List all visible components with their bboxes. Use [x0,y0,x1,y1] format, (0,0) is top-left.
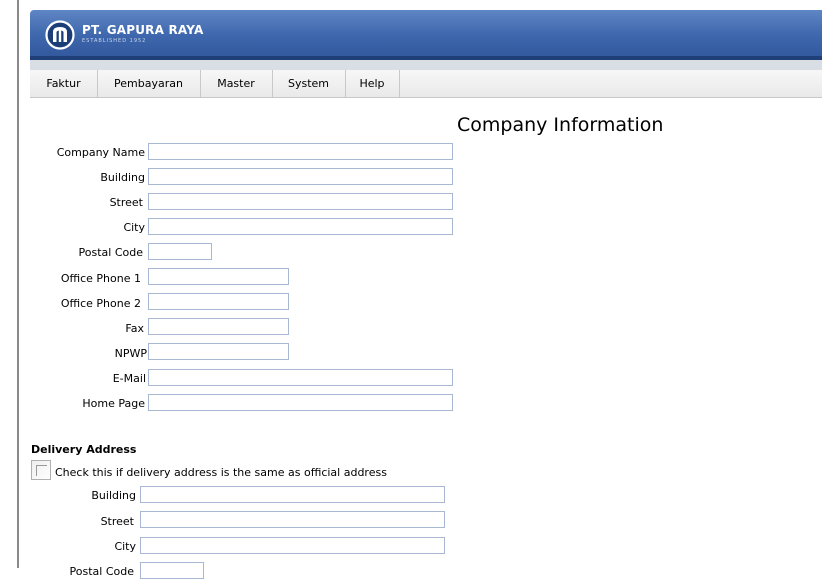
delivery-building-label: Building [91,489,136,502]
menu-item-system[interactable]: System [272,70,346,97]
office-phone-2-label: Office Phone 2 [60,297,141,310]
home-page-label: Home Page [82,397,145,410]
city-label: City [123,221,145,234]
office-phone-2-input[interactable] [148,293,289,310]
office-phone-1-input[interactable] [148,268,289,285]
office-phone-1-label: Office Phone 1 [60,272,141,285]
menu-item-help[interactable]: Help [345,70,400,97]
menu-item-faktur[interactable]: Faktur [30,70,98,97]
home-page-input[interactable] [148,394,453,411]
same-as-official-label: Check this if delivery address is the sa… [55,466,387,479]
street-label: Street [109,196,143,209]
menu-item-master[interactable]: Master [200,70,273,97]
street-input[interactable] [148,193,453,210]
delivery-street-input[interactable] [140,511,445,528]
delivery-city-label: City [114,540,136,553]
delivery-postal-code-input[interactable] [140,562,204,579]
page-left-border [17,0,19,568]
email-label: E-Mail [112,372,146,385]
same-as-official-checkbox[interactable] [31,460,51,480]
postal-code-label: Postal Code [78,246,143,259]
npwp-input[interactable] [148,343,289,360]
building-label: Building [100,171,145,184]
delivery-city-input[interactable] [140,537,445,554]
npwp-label: NPWP [114,347,147,360]
building-input[interactable] [148,168,453,185]
header-separator [30,60,822,70]
company-name-label: Company Name [56,146,145,159]
delivery-postal-code-label: Postal Code [69,565,134,578]
fax-input[interactable] [148,318,289,335]
city-input[interactable] [148,218,453,235]
delivery-building-input[interactable] [140,486,445,503]
email-input[interactable] [148,369,453,386]
gapura-logo-icon [45,20,75,50]
company-tagline: ESTABLISHED 1952 [82,38,147,44]
fax-label: Fax [125,322,144,335]
delivery-street-label: Street [100,515,134,528]
page-title: Company Information [457,114,664,136]
menu-item-pembayaran[interactable]: Pembayaran [97,70,201,97]
main-menu-bar: Faktur Pembayaran Master System Help [30,70,822,98]
company-brand-name: PT. GAPURA RAYA [82,23,204,37]
company-name-input[interactable] [148,143,453,160]
delivery-address-heading: Delivery Address [31,443,137,456]
postal-code-input[interactable] [148,243,212,260]
